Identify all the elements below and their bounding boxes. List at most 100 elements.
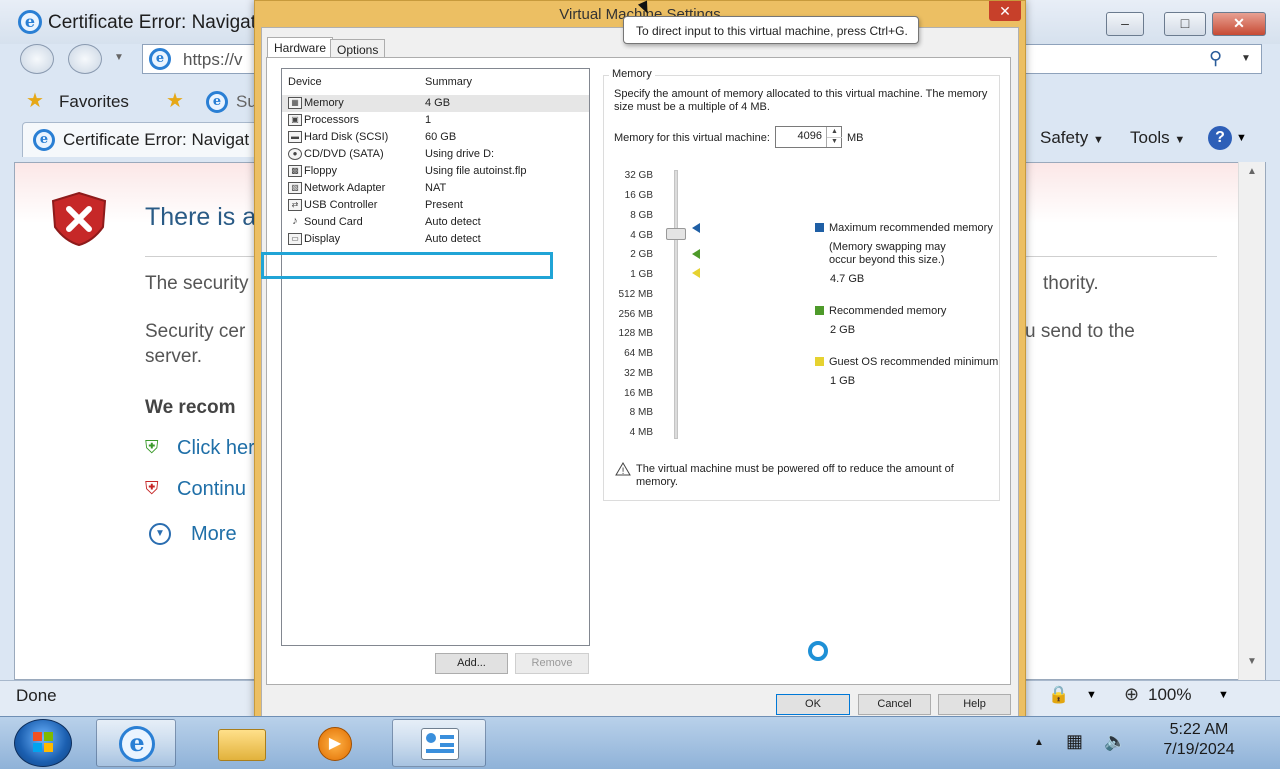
scroll-up-icon[interactable]: ▲ <box>1247 166 1257 177</box>
tick-label: 4 GB <box>630 230 653 241</box>
tick-label: 128 MB <box>618 328 653 339</box>
max-memory-value: 4.7 GB <box>830 273 865 285</box>
device-name: Network Adapter <box>304 182 386 194</box>
taskbar-vmware[interactable] <box>392 719 486 767</box>
memory-spinbox[interactable]: 4096 ▲ ▼ <box>775 126 842 148</box>
cd-icon: ● <box>288 148 302 160</box>
media-player-icon: ▶ <box>318 727 352 761</box>
network-tray-icon[interactable]: ▦ <box>1066 731 1083 752</box>
tick-label: 1 GB <box>630 269 653 280</box>
maximize-button[interactable]: □ <box>1164 12 1206 36</box>
spin-down-icon[interactable]: ▼ <box>826 137 842 147</box>
safety-menu[interactable]: Safety ▼ <box>1040 128 1104 148</box>
scroll-down-icon[interactable]: ▼ <box>1247 656 1257 667</box>
add-favorite-icon[interactable]: ★ <box>166 88 184 113</box>
memory-unit: MB <box>847 132 864 144</box>
help-icon[interactable]: ? <box>1208 126 1232 150</box>
device-list[interactable]: Device Summary ▦ Memory 4 GB ▣ Processor… <box>281 68 590 646</box>
device-row-harddisk[interactable]: ▬ Hard Disk (SCSI) 60 GB <box>282 129 589 146</box>
memory-slider-track[interactable] <box>674 170 678 439</box>
ie-window-title: Certificate Error: Navigat <box>48 12 257 33</box>
ie-close-button[interactable]: ✕ <box>1212 12 1266 36</box>
zoom-icon[interactable]: ⊕ <box>1124 684 1139 705</box>
device-row-floppy[interactable]: ▩ Floppy Using file autoinst.flp <box>282 163 589 180</box>
device-row-network[interactable]: ▧ Network Adapter NAT <box>282 180 589 197</box>
recommend-text: We recom <box>145 397 236 418</box>
security-text: The security <box>145 273 249 294</box>
device-row-processors[interactable]: ▣ Processors 1 <box>282 112 589 129</box>
cancel-button[interactable]: Cancel <box>858 694 931 715</box>
max-memory-legend-icon <box>815 223 824 232</box>
tick-label: 4 MB <box>629 427 653 438</box>
taskbar-ie[interactable]: e <box>96 719 176 767</box>
ie-tab[interactable]: e Certificate Error: Navigat <box>22 122 274 157</box>
device-row-sound[interactable]: ♪ Sound Card Auto detect <box>282 214 589 231</box>
memory-description: Specify the amount of memory allocated t… <box>614 88 988 113</box>
help-button[interactable]: Help <box>938 694 1011 715</box>
device-name: USB Controller <box>304 199 378 211</box>
green-shield-icon: ⛨ <box>145 437 159 457</box>
favorites-button[interactable]: Favorites <box>59 92 129 112</box>
vm-settings-icon <box>421 728 459 760</box>
recommended-memory-label: Recommended memory <box>829 305 947 317</box>
minimize-button[interactable]: – <box>1106 12 1144 36</box>
show-hidden-icons[interactable]: ▲ <box>1034 737 1044 748</box>
zoom-dropdown-icon[interactable]: ▼ <box>1218 689 1229 701</box>
warning-icon: ! <box>615 462 631 477</box>
device-column-header[interactable]: Device <box>288 76 322 88</box>
back-button[interactable] <box>20 44 54 74</box>
taskbar-media-player[interactable]: ▶ <box>296 719 376 767</box>
recommended-memory-marker-icon <box>692 249 700 259</box>
memory-slider-thumb[interactable] <box>666 228 686 240</box>
memory-value[interactable]: 4096 <box>776 130 822 142</box>
volume-tray-icon[interactable]: 🔈 <box>1104 731 1126 752</box>
min-memory-legend-icon <box>815 357 824 366</box>
device-summary: 60 GB <box>425 131 457 143</box>
certificate-text-right: u send to the <box>1025 321 1135 342</box>
device-row-memory[interactable]: ▦ Memory 4 GB <box>282 95 589 112</box>
tick-label: 16 GB <box>624 190 653 201</box>
max-memory-label: Maximum recommended memory <box>829 222 993 234</box>
forward-button[interactable] <box>68 44 102 74</box>
add-device-button[interactable]: Add... <box>435 653 508 674</box>
tab-options[interactable]: Options <box>330 39 386 59</box>
recommended-memory-legend-icon <box>815 306 824 315</box>
device-row-usb[interactable]: ⇄ USB Controller Present <box>282 197 589 214</box>
ie-taskbar-icon: e <box>119 726 155 762</box>
error-shield-icon <box>49 191 109 247</box>
certificate-text-2: server. <box>145 346 203 367</box>
tab-hardware[interactable]: Hardware <box>267 37 334 59</box>
ie-scrollbar[interactable]: ▲ ▼ <box>1238 162 1265 680</box>
device-summary: Present <box>425 199 463 211</box>
help-dropdown-icon[interactable]: ▼ <box>1236 132 1247 144</box>
processor-icon: ▣ <box>288 114 302 126</box>
protected-dropdown-icon[interactable]: ▼ <box>1086 689 1097 701</box>
recommended-memory-value: 2 GB <box>830 324 856 336</box>
continue-link[interactable]: Continu <box>177 478 246 501</box>
ok-button[interactable]: OK <box>776 694 850 715</box>
clock[interactable]: 5:22 AM 7/19/2024 <box>1140 721 1258 759</box>
network-icon: ▧ <box>288 182 302 194</box>
dialog-close-button[interactable]: ✕ <box>989 1 1021 21</box>
taskbar-explorer[interactable] <box>202 719 282 767</box>
history-dropdown-icon[interactable]: ▼ <box>114 52 124 63</box>
zoom-level[interactable]: 100% <box>1148 685 1191 705</box>
device-name: Display <box>304 233 341 245</box>
input-tooltip: To direct input to this virtual machine,… <box>623 16 919 44</box>
summary-column-header[interactable]: Summary <box>425 76 472 88</box>
expand-icon[interactable]: ▼ <box>149 523 171 545</box>
tools-menu[interactable]: Tools ▼ <box>1130 128 1185 148</box>
search-icon[interactable]: ⚲ <box>1209 48 1222 69</box>
protected-mode-icon[interactable]: 🔒 <box>1048 685 1069 705</box>
more-info-link[interactable]: More <box>191 523 237 546</box>
start-button[interactable] <box>14 719 72 767</box>
search-dropdown-icon[interactable]: ▼ <box>1241 53 1251 64</box>
tab-title: Certificate Error: Navigat <box>63 130 250 149</box>
close-page-link[interactable]: Click her <box>177 437 255 460</box>
remove-device-button[interactable]: Remove <box>515 653 589 674</box>
device-row-display[interactable]: ▭ Display Auto detect <box>282 231 589 248</box>
fav-link-icon: e <box>206 91 228 113</box>
red-shield-icon: ⛨ <box>145 478 159 498</box>
device-row-cddvd[interactable]: ● CD/DVD (SATA) Using drive D: <box>282 146 589 163</box>
device-summary: Auto detect <box>425 233 481 245</box>
